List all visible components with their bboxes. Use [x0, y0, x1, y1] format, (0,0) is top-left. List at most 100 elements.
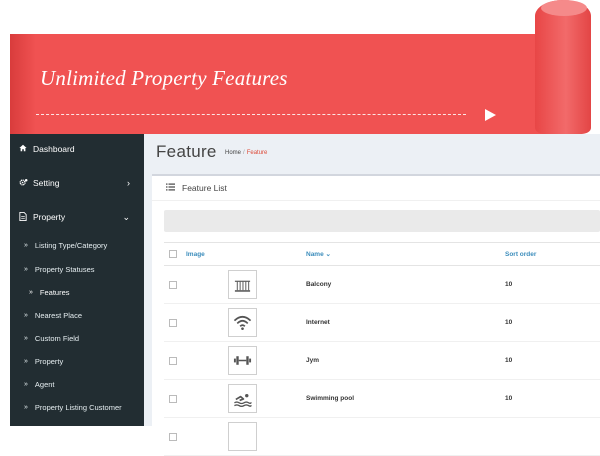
angle-double-right-icon: » — [24, 265, 28, 273]
home-icon — [19, 144, 27, 154]
file-icon — [19, 211, 27, 223]
column-header-sort-order[interactable]: Sort order — [505, 242, 600, 266]
feature-list-box: Feature List Image Name ⌄ Sort order Bal… — [152, 174, 600, 456]
chevron-down-icon: ⌄ — [122, 211, 130, 222]
table-header-row: Image Name ⌄ Sort order — [164, 242, 600, 266]
row-select-cell — [164, 417, 186, 456]
angle-double-right-icon: » — [24, 311, 28, 319]
row-checkbox[interactable] — [169, 280, 177, 289]
sidebar-subitem-label: Listing Type/Category — [34, 240, 108, 250]
sort-chevron-icon: ⌄ — [325, 251, 331, 258]
angle-double-right-icon: » — [29, 288, 33, 296]
sidebar-subitem-property[interactable]: » Property — [10, 352, 144, 370]
balcony-icon — [234, 280, 251, 292]
feature-image-thumb — [228, 308, 257, 337]
angle-double-right-icon: » — [24, 403, 28, 411]
sidebar-subitem-label: Property Listing Customer — [34, 402, 122, 412]
table-row: Jym 10 — [164, 341, 600, 380]
swimming-icon — [234, 393, 252, 408]
banner-ribbon-curl-top — [541, 0, 587, 16]
banner-dashed-line — [36, 114, 466, 115]
feature-image-thumb — [228, 270, 257, 299]
sidebar-subitem-label: Nearest Place — [34, 310, 83, 320]
breadcrumb: Home / Feature — [225, 150, 267, 156]
column-header-name-label: Name — [306, 251, 324, 258]
sidebar: Dashboard Setting › Property ⌄ » Listing… — [10, 134, 144, 426]
breadcrumb-current: Feature — [246, 150, 268, 156]
breadcrumb-home-link[interactable]: Home — [225, 150, 241, 156]
angle-double-right-icon: » — [24, 357, 28, 365]
row-checkbox[interactable] — [169, 318, 177, 327]
banner-ribbon-curl — [535, 0, 591, 134]
row-select-cell — [164, 265, 186, 304]
breadcrumb-separator: / — [243, 150, 245, 156]
row-image-cell — [186, 379, 306, 418]
list-icon — [166, 183, 175, 193]
select-all-checkbox[interactable] — [169, 250, 177, 258]
box-title: Feature List — [182, 183, 227, 193]
cogs-icon — [19, 178, 28, 189]
sidebar-subitem-property-listing-customer[interactable]: » Property Listing Customer — [10, 398, 144, 416]
sidebar-subitem-features[interactable]: » Features — [10, 283, 144, 301]
chevron-right-icon: › — [127, 178, 130, 188]
banner-title: Unlimited Property Features — [40, 66, 288, 90]
sidebar-subitem-label: Property — [34, 356, 64, 366]
angle-double-right-icon: » — [24, 380, 28, 388]
row-sort-order-cell: 10 — [505, 379, 600, 418]
sidebar-item-label: Dashboard — [33, 144, 75, 154]
sidebar-subitem-listing-type[interactable]: » Listing Type/Category — [10, 236, 144, 254]
row-sort-order-cell — [505, 417, 600, 456]
table-row — [164, 417, 600, 456]
sidebar-item-label: Property — [33, 212, 66, 222]
row-name-cell[interactable] — [306, 417, 505, 456]
dumbbell-icon — [233, 356, 252, 365]
angle-double-right-icon: » — [24, 334, 28, 342]
row-checkbox[interactable] — [169, 394, 177, 403]
feature-image-thumb — [228, 384, 257, 413]
row-select-cell — [164, 341, 186, 380]
row-name-cell[interactable]: Swimming pool — [306, 379, 505, 418]
feature-table: Image Name ⌄ Sort order Balcony 10 Inter… — [164, 242, 600, 456]
page-title: Feature — [156, 142, 217, 161]
select-all-cell — [164, 242, 186, 266]
sidebar-item-property[interactable]: Property ⌄ — [10, 206, 144, 228]
main-content: Feature Home / Feature Feature List Image … — [144, 134, 600, 456]
sidebar-subitem-nearest-place[interactable]: » Nearest Place — [10, 306, 144, 324]
row-select-cell — [164, 303, 186, 342]
sidebar-item-label: Setting — [33, 178, 60, 188]
column-header-image-label: Image — [186, 250, 205, 258]
sidebar-item-dashboard[interactable]: Dashboard — [10, 138, 144, 160]
sidebar-subitem-label: Property Statuses — [34, 264, 95, 274]
row-image-cell — [186, 303, 306, 342]
sidebar-subitem-label: Custom Field — [34, 333, 80, 343]
row-name-cell[interactable]: Jym — [306, 341, 505, 380]
row-sort-order-cell: 10 — [505, 265, 600, 304]
feature-image-thumb — [228, 422, 257, 451]
column-header-sort-order-label: Sort order — [505, 250, 537, 258]
row-name-cell[interactable]: Internet — [306, 303, 505, 342]
row-image-cell — [186, 341, 306, 380]
sidebar-subitem-agent[interactable]: » Agent — [10, 375, 144, 393]
column-header-image: Image — [186, 242, 306, 266]
sidebar-subitem-custom-field[interactable]: » Custom Field — [10, 329, 144, 347]
row-checkbox[interactable] — [169, 356, 177, 365]
banner-arrow-icon — [485, 109, 496, 121]
row-sort-order-cell: 10 — [505, 303, 600, 342]
column-header-name[interactable]: Name ⌄ — [306, 242, 505, 266]
sidebar-subitem-label: Agent — [34, 379, 55, 389]
sidebar-subitem-property-statuses[interactable]: » Property Statuses — [10, 260, 144, 278]
angle-double-right-icon: » — [24, 241, 28, 249]
row-image-cell — [186, 265, 306, 304]
box-header: Feature List — [152, 176, 600, 201]
table-row: Balcony 10 — [164, 265, 600, 304]
filter-bar[interactable] — [164, 210, 600, 232]
feature-image-thumb — [228, 346, 257, 375]
row-checkbox[interactable] — [169, 432, 177, 441]
banner-fold-shade — [10, 34, 36, 134]
sidebar-item-setting[interactable]: Setting › — [10, 172, 144, 194]
table-row: Internet 10 — [164, 303, 600, 342]
row-sort-order-cell: 10 — [505, 341, 600, 380]
row-select-cell — [164, 379, 186, 418]
row-image-cell — [186, 417, 306, 456]
row-name-cell[interactable]: Balcony — [306, 265, 505, 304]
